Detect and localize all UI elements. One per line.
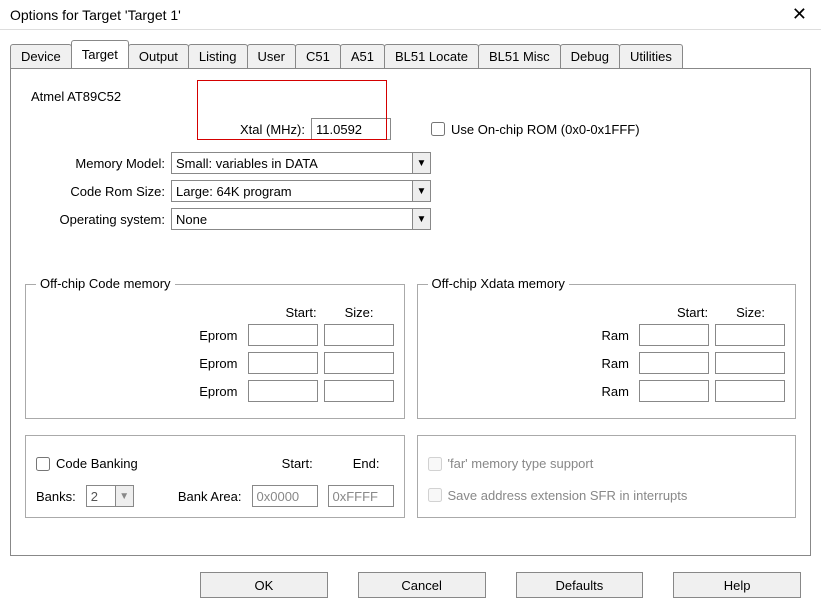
dialog-buttons: OK Cancel Defaults Help (0, 564, 821, 606)
tab-target[interactable]: Target (71, 40, 129, 68)
ram2-size[interactable] (715, 352, 785, 374)
bank-hdr-end: End: (353, 456, 380, 471)
tab-listing[interactable]: Listing (188, 44, 248, 68)
ram-row-2: Ram (428, 352, 786, 374)
far-memory-group: 'far' memory type support Save address e… (417, 435, 797, 518)
xdata-hdr-start: Start: (677, 305, 708, 320)
chevron-down-icon[interactable]: ▼ (412, 153, 430, 173)
code-rom-label: Code Rom Size: (31, 184, 171, 199)
code-rom-select[interactable]: ▼ (171, 180, 431, 202)
tab-utilities[interactable]: Utilities (619, 44, 683, 68)
ram2-start[interactable] (639, 352, 709, 374)
xdata-hdr-size: Size: (736, 305, 765, 320)
eprom1-size[interactable] (324, 324, 394, 346)
chevron-down-icon: ▼ (115, 486, 133, 506)
memory-model-select[interactable]: ▼ (171, 152, 431, 174)
memory-model-value[interactable] (171, 152, 431, 174)
code-banking-group: Code Banking Start: End: Banks: ▼ Bank A… (25, 435, 405, 518)
save-sfr-box (428, 488, 442, 502)
ram1-start[interactable] (639, 324, 709, 346)
offchip-code-group: Off-chip Code memory Start: Size: Eprom … (25, 284, 405, 419)
offchip-code-legend: Off-chip Code memory (36, 276, 175, 291)
banks-select: ▼ (86, 485, 134, 507)
tab-c51[interactable]: C51 (295, 44, 341, 68)
defaults-button[interactable]: Defaults (516, 572, 644, 598)
eprom-label: Eprom (182, 384, 242, 399)
code-hdr-start: Start: (286, 305, 317, 320)
code-rom-value[interactable] (171, 180, 431, 202)
tab-user[interactable]: User (247, 44, 296, 68)
eprom-row-3: Eprom (36, 380, 394, 402)
os-value[interactable] (171, 208, 431, 230)
offchip-xdata-legend: Off-chip Xdata memory (428, 276, 569, 291)
far-memory-label: 'far' memory type support (448, 456, 594, 471)
ram-label: Ram (573, 356, 633, 371)
eprom-row-1: Eprom (36, 324, 394, 346)
eprom-label: Eprom (182, 328, 242, 343)
close-icon[interactable]: ✕ (788, 4, 811, 25)
far-memory-box (428, 457, 442, 471)
eprom3-start[interactable] (248, 380, 318, 402)
tab-debug[interactable]: Debug (560, 44, 620, 68)
bank-hdr-start: Start: (282, 456, 313, 471)
tab-strip: Device Target Output Listing User C51 A5… (10, 42, 811, 68)
window-title: Options for Target 'Target 1' (10, 7, 181, 23)
ok-button[interactable]: OK (200, 572, 328, 598)
titlebar: Options for Target 'Target 1' ✕ (0, 0, 821, 30)
onchip-rom-checkbox[interactable]: Use On-chip ROM (0x0-0x1FFF) (431, 122, 640, 137)
banks-label: Banks: (36, 489, 76, 504)
ram-label: Ram (573, 384, 633, 399)
onchip-rom-box[interactable] (431, 122, 445, 136)
bank-area-label: Bank Area: (178, 489, 242, 504)
tab-bl51-locate[interactable]: BL51 Locate (384, 44, 479, 68)
eprom3-size[interactable] (324, 380, 394, 402)
save-sfr-label: Save address extension SFR in interrupts (448, 488, 688, 503)
bank-area-start (252, 485, 318, 507)
ram1-size[interactable] (715, 324, 785, 346)
chevron-down-icon[interactable]: ▼ (412, 181, 430, 201)
code-banking-box[interactable] (36, 457, 50, 471)
device-name: Atmel AT89C52 (31, 89, 796, 104)
chevron-down-icon[interactable]: ▼ (412, 209, 430, 229)
os-select[interactable]: ▼ (171, 208, 431, 230)
eprom2-size[interactable] (324, 352, 394, 374)
eprom2-start[interactable] (248, 352, 318, 374)
code-banking-label: Code Banking (56, 456, 138, 471)
tab-a51[interactable]: A51 (340, 44, 385, 68)
tab-bl51-misc[interactable]: BL51 Misc (478, 44, 561, 68)
tab-device[interactable]: Device (10, 44, 72, 68)
xtal-input[interactable] (311, 118, 391, 140)
ram3-size[interactable] (715, 380, 785, 402)
help-button[interactable]: Help (673, 572, 801, 598)
os-label: Operating system: (31, 212, 171, 227)
xtal-label: Xtal (MHz): (225, 122, 305, 137)
bank-area-end (328, 485, 394, 507)
eprom-label: Eprom (182, 356, 242, 371)
code-banking-checkbox[interactable]: Code Banking (36, 456, 138, 471)
save-sfr-checkbox: Save address extension SFR in interrupts (428, 488, 688, 503)
memory-model-label: Memory Model: (31, 156, 171, 171)
ram-row-3: Ram (428, 380, 786, 402)
target-form: Memory Model: ▼ Code Rom Size: ▼ Operati… (31, 152, 796, 230)
far-memory-checkbox: 'far' memory type support (428, 456, 594, 471)
eprom-row-2: Eprom (36, 352, 394, 374)
ram-row-1: Ram (428, 324, 786, 346)
code-hdr-size: Size: (345, 305, 374, 320)
onchip-rom-label: Use On-chip ROM (0x0-0x1FFF) (451, 122, 640, 137)
target-panel: Atmel AT89C52 Xtal (MHz): Use On-chip RO… (10, 68, 811, 556)
eprom1-start[interactable] (248, 324, 318, 346)
ram3-start[interactable] (639, 380, 709, 402)
ram-label: Ram (573, 328, 633, 343)
tab-output[interactable]: Output (128, 44, 189, 68)
cancel-button[interactable]: Cancel (358, 572, 486, 598)
offchip-xdata-group: Off-chip Xdata memory Start: Size: Ram R… (417, 284, 797, 419)
